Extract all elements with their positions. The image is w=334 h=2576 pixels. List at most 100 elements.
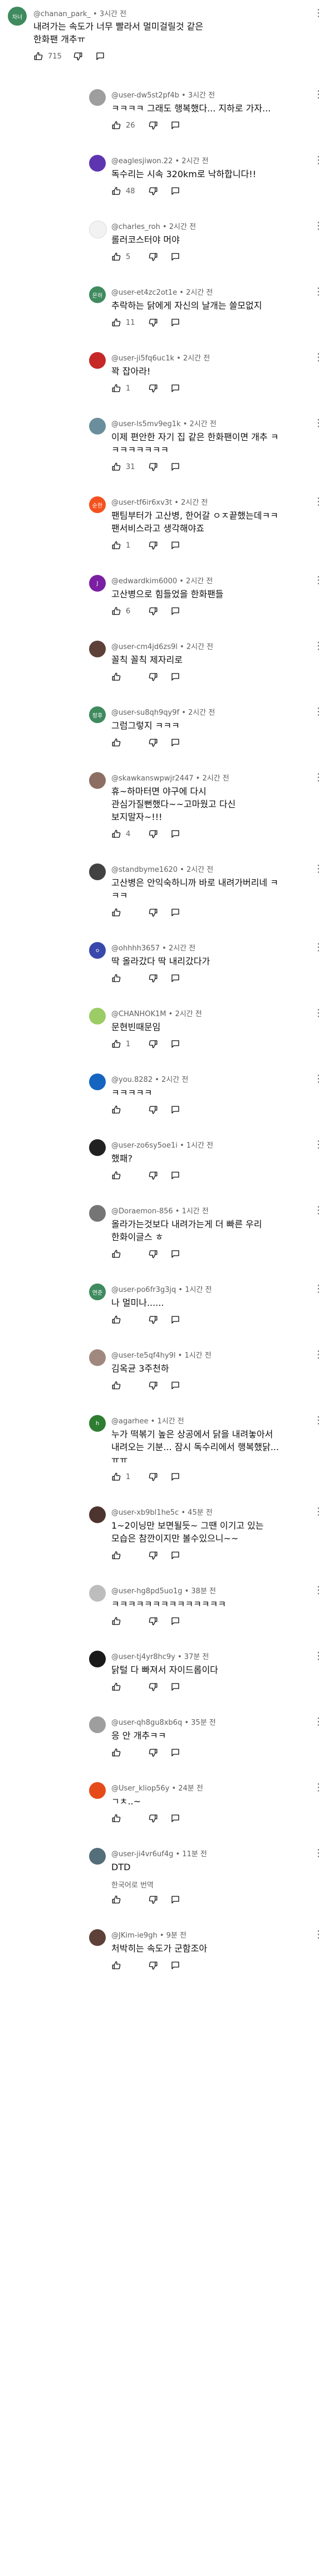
reply-button[interactable] xyxy=(170,908,180,918)
comment-time[interactable]: 2시간 전 xyxy=(183,354,210,363)
comment-time[interactable]: 2시간 전 xyxy=(202,774,229,783)
comment-author[interactable]: @standbyme1620 xyxy=(111,866,178,874)
avatar[interactable] xyxy=(89,221,107,238)
reply-button[interactable] xyxy=(170,318,180,328)
dislike-button[interactable] xyxy=(73,51,83,61)
comment-time[interactable]: 2시간 전 xyxy=(190,420,217,428)
comment-time[interactable]: 2시간 전 xyxy=(186,866,213,874)
comment-author[interactable]: @CHANHOK1M xyxy=(111,1010,166,1018)
comment-author[interactable]: @user-zo6sy5oe1i xyxy=(111,1141,178,1150)
like-button[interactable] xyxy=(111,1960,137,1970)
avatar[interactable] xyxy=(89,1651,106,1667)
more-options-button[interactable]: ⋮ xyxy=(313,8,324,19)
comment-time[interactable]: 3시간 전 xyxy=(100,10,126,18)
dislike-button[interactable] xyxy=(148,252,158,262)
comment-author[interactable]: @JKim-ie9gh xyxy=(111,1931,158,1940)
dislike-button[interactable] xyxy=(148,1472,158,1482)
like-button[interactable]: 26 xyxy=(111,120,137,130)
like-button[interactable]: 1 xyxy=(111,1039,137,1049)
comment-time[interactable]: 45분 전 xyxy=(188,1509,213,1517)
comment-author[interactable]: @user-xb9bl1he5c xyxy=(111,1509,179,1517)
comment-author[interactable]: @user-dw5st2pf4b xyxy=(111,91,179,100)
more-options-button[interactable]: ⋮ xyxy=(313,1585,324,1596)
avatar[interactable] xyxy=(89,1349,106,1366)
comment-time[interactable]: 2시간 전 xyxy=(186,643,213,651)
dislike-button[interactable] xyxy=(148,1748,158,1758)
like-button[interactable]: 6 xyxy=(111,606,137,616)
avatar[interactable] xyxy=(89,1008,106,1024)
comment-author[interactable]: @charles_roh xyxy=(111,223,160,231)
more-options-button[interactable]: ⋮ xyxy=(313,89,324,100)
comment-time[interactable]: 2시간 전 xyxy=(188,709,215,717)
dislike-button[interactable] xyxy=(148,1550,158,1560)
comment-time[interactable]: 2시간 전 xyxy=(181,499,208,507)
avatar[interactable] xyxy=(89,772,106,789)
comment-author[interactable]: @User_kliop56y xyxy=(111,1784,169,1793)
comment-time[interactable]: 1시간 전 xyxy=(182,1207,209,1216)
reply-button[interactable] xyxy=(170,606,180,616)
reply-button[interactable] xyxy=(95,51,105,61)
dislike-button[interactable] xyxy=(148,1105,158,1115)
like-button[interactable] xyxy=(111,1170,137,1180)
like-button[interactable]: 4 xyxy=(111,829,137,839)
like-button[interactable]: 31 xyxy=(111,462,137,472)
more-options-button[interactable]: ⋮ xyxy=(313,863,324,875)
like-button[interactable]: 11 xyxy=(111,318,137,328)
dislike-button[interactable] xyxy=(148,186,158,196)
like-button[interactable] xyxy=(111,1105,137,1115)
comment-author[interactable]: @user-ji4vr6uf4g xyxy=(111,1850,173,1858)
dislike-button[interactable] xyxy=(148,462,158,472)
more-options-button[interactable]: ⋮ xyxy=(313,1651,324,1662)
avatar[interactable]: h xyxy=(89,1415,106,1432)
like-button[interactable]: 715 xyxy=(33,51,62,61)
reply-button[interactable] xyxy=(170,1550,180,1560)
avatar[interactable] xyxy=(89,155,106,172)
comment-author[interactable]: @user-ji5fq6uc1k xyxy=(111,354,174,363)
avatar[interactable]: 차너 xyxy=(8,7,27,26)
avatar[interactable] xyxy=(89,89,106,106)
reply-button[interactable] xyxy=(170,829,180,839)
comment-time[interactable]: 2시간 전 xyxy=(161,1076,188,1084)
reply-button[interactable] xyxy=(170,1105,180,1115)
avatar[interactable] xyxy=(89,418,106,435)
reply-button[interactable] xyxy=(170,1380,180,1391)
reply-button[interactable] xyxy=(170,1616,180,1626)
dislike-button[interactable] xyxy=(148,540,158,550)
more-options-button[interactable]: ⋮ xyxy=(313,496,324,508)
dislike-button[interactable] xyxy=(148,973,158,983)
comment-time[interactable]: 2시간 전 xyxy=(186,577,213,586)
dislike-button[interactable] xyxy=(148,908,158,918)
more-options-button[interactable]: ⋮ xyxy=(313,1782,324,1793)
comment-author[interactable]: @user-te5qf4hy9l xyxy=(111,1352,176,1360)
comment-time[interactable]: 1시간 전 xyxy=(185,1286,212,1294)
more-options-button[interactable]: ⋮ xyxy=(313,221,324,232)
comment-time[interactable]: 37분 전 xyxy=(184,1653,209,1661)
reply-button[interactable] xyxy=(170,973,180,983)
comment-author[interactable]: @user-et4zc2ot1e xyxy=(111,289,177,297)
more-options-button[interactable]: ⋮ xyxy=(313,706,324,718)
avatar[interactable] xyxy=(89,1848,106,1865)
dislike-button[interactable] xyxy=(148,738,158,748)
avatar[interactable]: 순한 xyxy=(89,496,106,513)
comment-author[interactable]: @you.8282 xyxy=(111,1076,153,1084)
comment-author[interactable]: @user-hg8pd5uo1g xyxy=(111,1587,182,1596)
like-button[interactable] xyxy=(111,1748,137,1758)
more-options-button[interactable]: ⋮ xyxy=(313,1074,324,1085)
more-options-button[interactable]: ⋮ xyxy=(313,1716,324,1728)
reply-button[interactable] xyxy=(170,1472,180,1482)
comment-time[interactable]: 2시간 전 xyxy=(169,223,196,231)
avatar[interactable] xyxy=(89,1139,106,1156)
avatar[interactable] xyxy=(89,1074,106,1090)
dislike-button[interactable] xyxy=(148,383,158,393)
avatar[interactable] xyxy=(89,352,106,369)
comment-author[interactable]: @user-cm4jd6zs9l xyxy=(111,643,178,651)
more-options-button[interactable]: ⋮ xyxy=(313,1349,324,1360)
dislike-button[interactable] xyxy=(148,672,158,682)
reply-button[interactable] xyxy=(170,1748,180,1758)
dislike-button[interactable] xyxy=(148,1380,158,1391)
comment-author[interactable]: @eaglesjiwon.22 xyxy=(111,157,173,165)
more-options-button[interactable]: ⋮ xyxy=(313,772,324,783)
reply-button[interactable] xyxy=(170,120,180,130)
reply-button[interactable] xyxy=(170,1682,180,1692)
dislike-button[interactable] xyxy=(148,120,158,130)
